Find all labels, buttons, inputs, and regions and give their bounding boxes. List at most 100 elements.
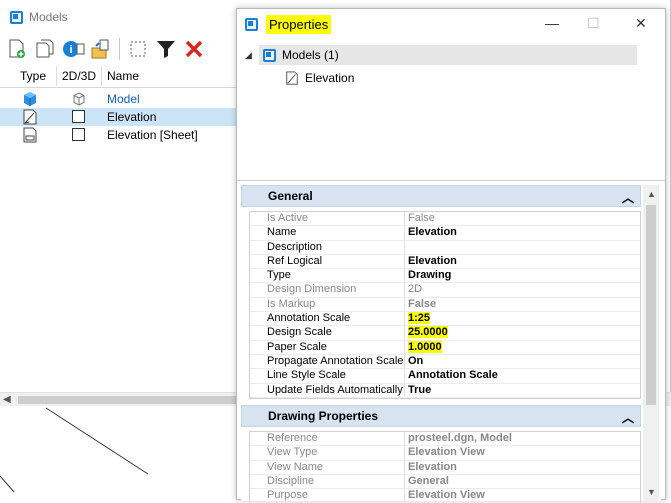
prop-row[interactable]: Description bbox=[250, 240, 640, 255]
prop-key: Design Scale bbox=[267, 326, 332, 339]
minimize-icon[interactable]: — bbox=[545, 15, 559, 31]
column-divider bbox=[404, 446, 405, 460]
prop-row[interactable]: Is Markup False bbox=[250, 297, 640, 313]
design-scale-value[interactable]: 25.0000 bbox=[408, 326, 448, 339]
prop-key: Annotation Scale bbox=[267, 312, 351, 325]
prop-row[interactable]: Reference prosteel.dgn, Model bbox=[250, 432, 640, 447]
prop-key: Paper Scale bbox=[267, 340, 327, 353]
drawing-properties-table: Reference prosteel.dgn, Model View Type El… bbox=[249, 431, 641, 503]
collapse-chevron-icon[interactable]: ︿ bbox=[622, 189, 634, 206]
prop-row[interactable]: Propagate Annotation Scale On bbox=[250, 354, 640, 370]
prop-value: Elevation bbox=[408, 460, 457, 473]
column-type[interactable]: Type bbox=[20, 69, 46, 83]
create-model-icon[interactable] bbox=[4, 36, 30, 62]
prop-row[interactable]: Update Fields Automatically True bbox=[250, 383, 640, 398]
prop-key: Ref Logical bbox=[267, 254, 323, 267]
3d-cube-icon bbox=[72, 92, 86, 109]
prop-value: Elevation View bbox=[408, 446, 485, 459]
models-window-icon bbox=[10, 10, 23, 24]
prop-row[interactable]: Type Drawing bbox=[250, 269, 640, 284]
tree-collapse-arrow-icon[interactable]: ◢ bbox=[245, 50, 252, 61]
column-name[interactable]: Name bbox=[107, 69, 139, 83]
close-icon[interactable]: ✕ bbox=[635, 15, 647, 32]
scroll-thumb[interactable] bbox=[18, 396, 236, 404]
model-row-elevation[interactable]: Elevation bbox=[0, 108, 236, 126]
drawing-canvas[interactable] bbox=[0, 406, 236, 500]
prop-value[interactable]: Elevation bbox=[408, 226, 457, 238]
2d-checkbox[interactable] bbox=[72, 128, 85, 141]
scroll-thumb[interactable] bbox=[646, 205, 656, 405]
copy-model-icon[interactable] bbox=[32, 36, 58, 62]
import-model-icon[interactable] bbox=[88, 36, 114, 62]
prop-row[interactable]: Discipline General bbox=[250, 474, 640, 490]
prop-row[interactable]: View Type Elevation View bbox=[250, 446, 640, 461]
maximize-icon[interactable]: ☐ bbox=[587, 15, 600, 32]
prop-row[interactable]: Is Active False bbox=[250, 212, 640, 227]
column-divider bbox=[404, 254, 405, 269]
prop-value[interactable]: Drawing bbox=[408, 269, 451, 281]
prop-key: Line Style Scale bbox=[267, 369, 346, 382]
prop-key: Purpose bbox=[267, 489, 308, 502]
scroll-left-arrow-icon[interactable]: ◀ bbox=[3, 394, 11, 405]
scroll-up-arrow-icon[interactable]: ▲ bbox=[647, 189, 656, 199]
column-divider bbox=[404, 212, 405, 226]
prop-row[interactable]: Paper Scale 1.0000 bbox=[250, 340, 640, 355]
prop-key: Is Active bbox=[267, 212, 308, 224]
paper-scale-value[interactable]: 1.0000 bbox=[408, 340, 442, 353]
drawing-icon bbox=[286, 71, 298, 85]
tree-root-models[interactable]: Models (1) bbox=[259, 45, 637, 65]
prop-key: View Type bbox=[267, 446, 318, 459]
prop-row[interactable]: Line Style Scale Annotation Scale bbox=[250, 369, 640, 384]
collapse-chevron-icon[interactable]: ︿ bbox=[622, 409, 634, 426]
tree-child-elevation[interactable]: Elevation bbox=[285, 71, 354, 85]
column-divider bbox=[404, 269, 405, 283]
model-row-model[interactable]: Model bbox=[0, 90, 236, 108]
model-row-elevation-sheet[interactable]: Elevation [Sheet] bbox=[0, 126, 236, 144]
prop-value: False bbox=[408, 212, 435, 224]
select-all-icon[interactable] bbox=[125, 36, 151, 62]
column-divider bbox=[404, 489, 405, 503]
2d-checkbox[interactable] bbox=[72, 110, 85, 123]
delete-icon[interactable] bbox=[181, 36, 207, 62]
prop-row[interactable]: Design Dimension 2D bbox=[250, 283, 640, 298]
prop-key: Is Markup bbox=[267, 297, 316, 310]
prop-value: Elevation View bbox=[408, 489, 485, 502]
prop-value[interactable]: True bbox=[408, 384, 431, 396]
prop-row[interactable]: Purpose Elevation View bbox=[250, 489, 640, 503]
prop-row[interactable]: Ref Logical Elevation bbox=[250, 254, 640, 270]
prop-value[interactable]: Elevation bbox=[408, 255, 457, 267]
prop-row[interactable]: Name Elevation bbox=[250, 226, 640, 241]
prop-row[interactable]: Annotation Scale 1:25 bbox=[250, 312, 640, 327]
column-divider bbox=[404, 432, 405, 446]
model-properties-icon[interactable]: i bbox=[60, 36, 86, 62]
column-divider bbox=[404, 240, 405, 254]
prop-key: Design Dimension bbox=[267, 283, 357, 296]
column-divider bbox=[404, 369, 405, 383]
tree-root-label: Models (1) bbox=[282, 48, 339, 62]
properties-vertical-scrollbar[interactable]: ▲ ▼ bbox=[643, 185, 659, 501]
column-divider bbox=[56, 66, 57, 86]
annotation-scale-value[interactable]: 1:25 bbox=[408, 312, 431, 325]
section-title: General bbox=[268, 189, 313, 203]
scroll-down-arrow-icon[interactable]: ▼ bbox=[647, 487, 656, 497]
section-general-header[interactable]: General ︿ bbox=[241, 185, 641, 207]
prop-value[interactable]: On bbox=[408, 355, 423, 367]
models-column-header: Type 2D/3D Name bbox=[0, 64, 236, 88]
prop-key: Reference bbox=[267, 432, 318, 444]
models-toolbar: i bbox=[4, 35, 207, 63]
prop-row[interactable]: Design Scale 25.0000 bbox=[250, 326, 640, 341]
general-properties-table: Is Active False Name Elevation Description… bbox=[249, 211, 641, 399]
properties-window-icon bbox=[245, 17, 258, 31]
properties-title-bar[interactable]: Properties — ☐ ✕ bbox=[237, 9, 665, 39]
prop-key: View Name bbox=[267, 460, 324, 473]
sheet-icon bbox=[22, 127, 38, 146]
model-name: Elevation [Sheet] bbox=[107, 128, 198, 142]
column-2d3d[interactable]: 2D/3D bbox=[62, 69, 96, 83]
models-list: Model Elevation Elevation [Sheet] bbox=[0, 90, 236, 144]
filter-icon[interactable] bbox=[153, 36, 179, 62]
prop-row[interactable]: View Name Elevation bbox=[250, 460, 640, 475]
prop-key: Propagate Annotation Scale bbox=[267, 354, 404, 367]
models-title: Models bbox=[29, 10, 68, 24]
section-drawing-properties-header[interactable]: Drawing Properties ︿ bbox=[241, 405, 641, 427]
prop-value[interactable]: Annotation Scale bbox=[408, 369, 498, 381]
